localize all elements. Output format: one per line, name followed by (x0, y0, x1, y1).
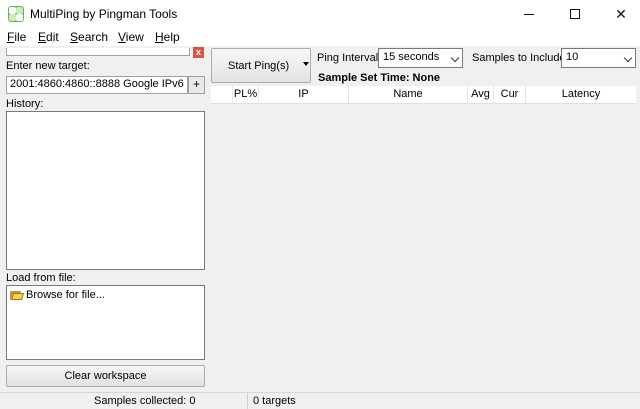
close-icon: ✕ (615, 5, 627, 22)
panel-close-icon[interactable]: x (193, 47, 204, 58)
menu-bar: File Edit Search View Help (0, 28, 640, 46)
chevron-down-icon (623, 53, 633, 63)
menu-edit[interactable]: Edit (38, 30, 59, 44)
grid-header: PL% IP Name Avg Cur Latency (211, 86, 636, 104)
targets-status: 0 targets (253, 395, 296, 407)
enter-target-label: Enter new target: (6, 60, 90, 72)
column-cur[interactable]: Cur (494, 86, 526, 104)
minimize-icon (524, 13, 534, 15)
maximize-button[interactable] (552, 0, 598, 28)
chevron-down-icon (450, 53, 460, 63)
history-list[interactable] (6, 111, 205, 270)
ping-interval-label: Ping Interval: (317, 52, 382, 64)
file-list[interactable]: Browse for file... (6, 285, 205, 360)
results-grid[interactable]: PL% IP Name Avg Cur Latency (211, 86, 636, 390)
column-indicator (211, 86, 233, 104)
app-icon (8, 6, 24, 22)
status-bar: Samples collected: 0 0 targets (0, 392, 640, 409)
menu-view[interactable]: View (118, 30, 144, 44)
add-target-button[interactable]: + (188, 76, 205, 94)
history-label: History: (6, 98, 44, 110)
menu-search[interactable]: Search (70, 30, 108, 44)
app-window: MultiPing by Pingman Tools ✕ File Edit S… (0, 0, 640, 409)
minimize-button[interactable] (506, 0, 552, 28)
maximize-icon (570, 9, 580, 19)
folder-open-icon (10, 290, 24, 300)
start-pings-label: Start Ping(s) (228, 60, 290, 72)
browse-for-file-item[interactable]: Browse for file... (10, 289, 105, 301)
left-panel: x Enter new target: 2001:4860:4860::8888… (0, 46, 210, 392)
title-bar: MultiPing by Pingman Tools ✕ (0, 0, 640, 28)
samples-to-include-label: Samples to Include: (472, 52, 569, 64)
column-name[interactable]: Name (349, 86, 468, 104)
window-title: MultiPing by Pingman Tools (30, 7, 178, 21)
dropdown-arrow-icon[interactable] (303, 62, 309, 66)
ping-interval-value: 15 seconds (383, 51, 440, 63)
panel-top-strip (6, 48, 190, 56)
ping-interval-select[interactable]: 15 seconds (378, 48, 463, 68)
target-input[interactable]: 2001:4860:4860::8888 Google IPv6 DN: (6, 76, 188, 94)
samples-collected-status: Samples collected: 0 (0, 393, 248, 409)
column-avg[interactable]: Avg (468, 86, 494, 104)
clear-workspace-button[interactable]: Clear workspace (6, 365, 205, 387)
load-from-file-label: Load from file: (6, 272, 76, 284)
close-button[interactable]: ✕ (598, 0, 640, 28)
menu-file[interactable]: File (7, 30, 26, 44)
browse-for-file-label: Browse for file... (26, 289, 105, 301)
samples-to-include-value: 10 (566, 51, 579, 63)
column-pl-percent[interactable]: PL% (233, 86, 259, 104)
menu-help[interactable]: Help (155, 30, 180, 44)
sample-set-time: Sample Set Time: None (318, 72, 441, 84)
column-latency[interactable]: Latency (526, 86, 636, 104)
samples-to-include-select[interactable]: 10 (561, 48, 636, 68)
column-ip[interactable]: IP (259, 86, 349, 104)
start-pings-button[interactable]: Start Ping(s) (211, 48, 311, 83)
